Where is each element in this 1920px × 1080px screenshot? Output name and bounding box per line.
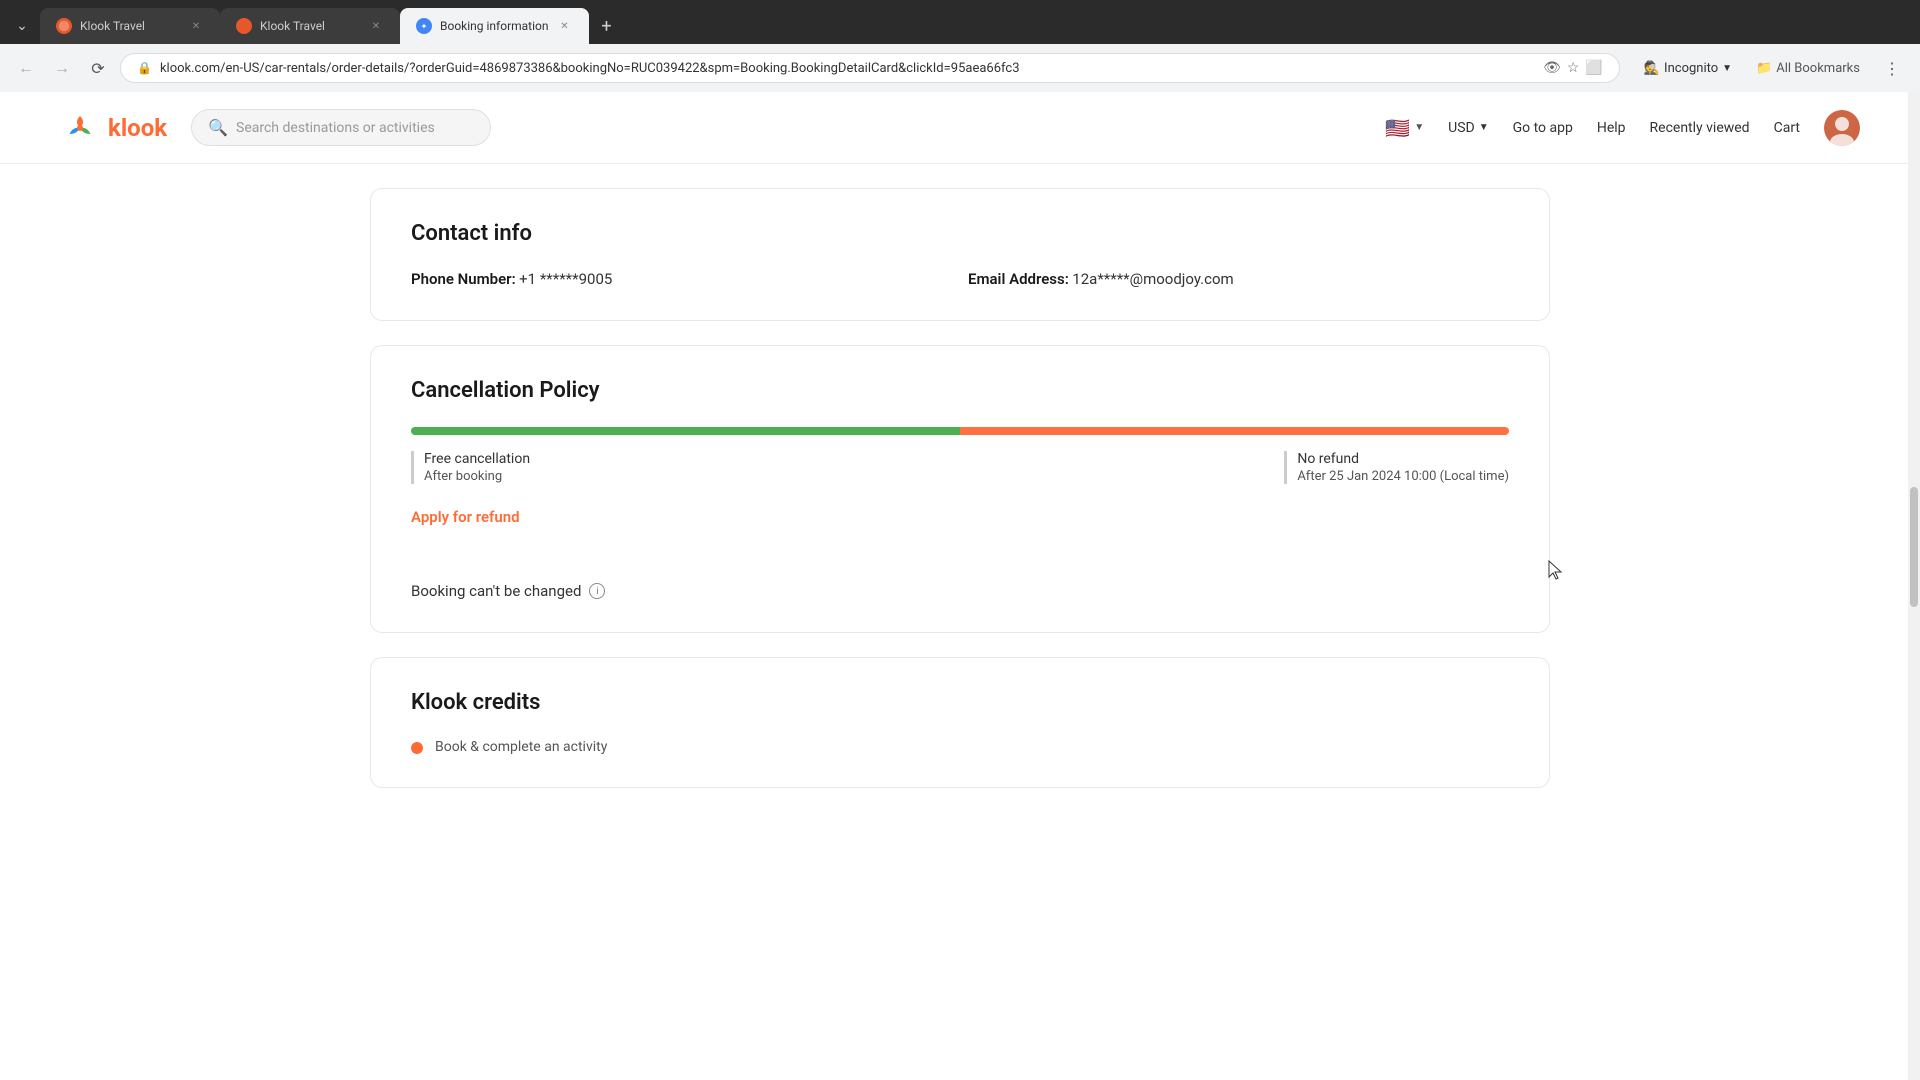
policy-progress-bar <box>411 427 1509 435</box>
apply-refund-button[interactable]: Apply for refund <box>411 508 520 526</box>
klook-logo-text: klook <box>108 114 167 142</box>
no-refund-sub: After 25 Jan 2024 10:00 (Local time) <box>1297 469 1509 484</box>
tab-1-title: Klook Travel <box>80 19 180 33</box>
contact-info-card: Contact info Phone Number: +1 ******9005… <box>370 188 1550 321</box>
search-icon: 🔍 <box>208 118 228 137</box>
no-refund-label: No refund After 25 Jan 2024 10:00 (Local… <box>1284 451 1509 484</box>
bookmarks-folder-icon: 📁 <box>1756 61 1772 76</box>
tab-2-favicon <box>236 18 252 34</box>
profile-icon[interactable]: ⬜ <box>1585 60 1602 76</box>
reload-button[interactable]: ⟳ <box>84 54 112 82</box>
cancellation-policy-title: Cancellation Policy <box>411 378 1509 403</box>
cart-link[interactable]: Cart <box>1774 120 1800 136</box>
eye-slash-icon: 👁 <box>1543 60 1561 76</box>
profile-menu[interactable]: 🕵️ Incognito ▼ <box>1636 57 1740 80</box>
tab-overflow[interactable]: ⌄ <box>8 12 36 40</box>
no-refund-text: No refund <box>1297 451 1509 467</box>
currency-label: USD <box>1448 120 1475 136</box>
profile-label: Incognito <box>1664 61 1718 76</box>
tab-1-close[interactable]: ✕ <box>188 18 204 34</box>
lock-icon: 🔒 <box>137 61 152 75</box>
klook-logo-icon <box>60 108 100 148</box>
address-url: klook.com/en-US/car-rentals/order-detail… <box>160 61 1535 76</box>
no-refund-bar <box>960 427 1509 435</box>
policy-labels: Free cancellation After booking No refun… <box>411 451 1509 484</box>
info-icon[interactable]: i <box>589 583 605 599</box>
recently-viewed-link[interactable]: Recently viewed <box>1650 120 1750 136</box>
tab-3[interactable]: ✦ Booking information ✕ <box>400 8 589 44</box>
credits-item-1: Book & complete an activity <box>411 739 1509 755</box>
scrollbar[interactable] <box>1908 92 1920 1080</box>
us-flag-icon: 🇺🇸 <box>1385 116 1410 140</box>
tab-2-close[interactable]: ✕ <box>368 18 384 34</box>
tab-3-title: Booking information <box>440 19 549 33</box>
currency-button[interactable]: USD ▼ <box>1448 120 1488 136</box>
address-bar[interactable]: 🔒 klook.com/en-US/car-rentals/order-deta… <box>120 53 1620 83</box>
three-dots-menu[interactable]: ⋮ <box>1876 55 1908 82</box>
chevron-down-icon: ▼ <box>1414 122 1424 133</box>
scrollbar-thumb[interactable] <box>1910 487 1918 607</box>
credits-item-text: Book & complete an activity <box>435 739 607 755</box>
email-value: 12a*****@moodjoy.com <box>1072 270 1233 288</box>
free-cancellation-bar <box>411 427 960 435</box>
chevron-down-icon: ▼ <box>1479 122 1489 133</box>
new-tab-button[interactable]: + <box>593 12 621 40</box>
chevron-down-icon: ▼ <box>1722 63 1732 74</box>
free-cancellation-label: Free cancellation After booking <box>411 451 530 484</box>
contact-info-title: Contact info <box>411 221 1509 246</box>
klook-credits-title: Klook credits <box>411 690 1509 715</box>
forward-button[interactable]: → <box>48 54 76 82</box>
user-avatar[interactable] <box>1824 110 1860 146</box>
cancellation-policy-card: Cancellation Policy Free cancellation Af… <box>370 345 1550 633</box>
go-to-app-link[interactable]: Go to app <box>1513 120 1573 136</box>
search-bar[interactable]: 🔍 Search destinations or activities <box>191 109 491 146</box>
tab-1-favicon <box>56 18 72 34</box>
tab-1[interactable]: Klook Travel ✕ <box>40 8 220 44</box>
free-cancellation-text: Free cancellation <box>424 451 530 467</box>
booking-change-info: Booking can't be changed i <box>411 582 1509 600</box>
bookmarks-button[interactable]: 📁 All Bookmarks <box>1748 57 1868 80</box>
klook-credits-card: Klook credits Book & complete an activit… <box>370 657 1550 788</box>
klook-navbar: klook 🔍 Search destinations or activitie… <box>0 92 1920 164</box>
phone-value: +1 ******9005 <box>519 270 612 288</box>
phone-label: Phone Number: <box>411 270 516 288</box>
incognito-icon: 🕵️ <box>1644 61 1660 76</box>
phone-number-item: Phone Number: +1 ******9005 <box>411 270 952 288</box>
email-label: Email Address: <box>968 270 1069 288</box>
back-button[interactable]: ← <box>12 54 40 82</box>
search-placeholder-text: Search destinations or activities <box>236 120 435 136</box>
tab-3-favicon: ✦ <box>416 18 432 34</box>
free-cancellation-sub: After booking <box>424 469 530 484</box>
klook-logo[interactable]: klook <box>60 108 167 148</box>
language-flag-button[interactable]: 🇺🇸 ▼ <box>1385 116 1424 140</box>
tab-3-close[interactable]: ✕ <box>557 18 573 34</box>
credits-dot-icon <box>411 742 423 754</box>
booking-change-text: Booking can't be changed <box>411 582 581 600</box>
email-address-item: Email Address: 12a*****@moodjoy.com <box>968 270 1509 288</box>
help-link[interactable]: Help <box>1597 120 1626 136</box>
tab-2-title: Klook Travel <box>260 19 360 33</box>
extensions-area: 🕵️ Incognito ▼ 📁 All Bookmarks ⋮ <box>1636 55 1908 82</box>
bookmark-icon[interactable]: ☆ <box>1567 60 1580 76</box>
tab-2[interactable]: Klook Travel ✕ <box>220 8 400 44</box>
